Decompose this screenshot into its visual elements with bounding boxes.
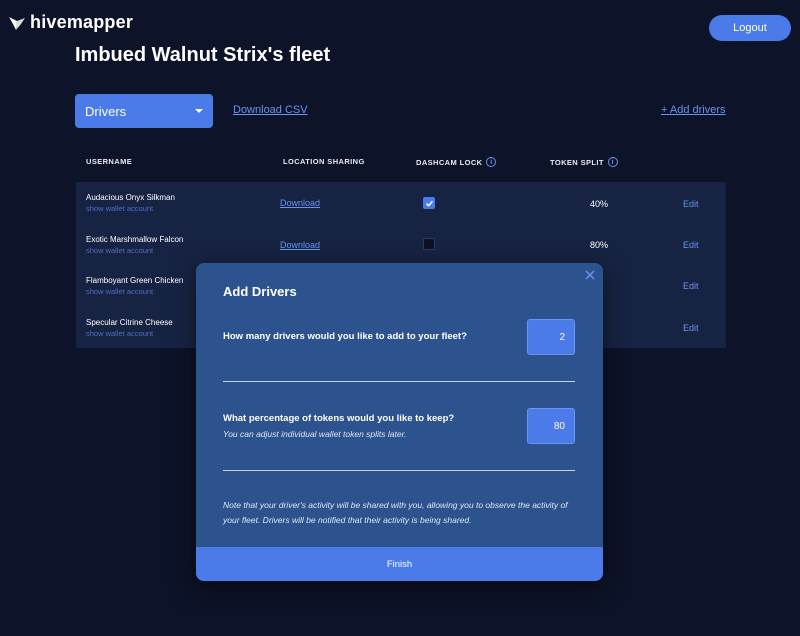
dashcam-lock-checkbox[interactable] [423,238,435,250]
column-header-username: USERNAME [86,157,132,166]
drivers-count-label: How many drivers would you like to add t… [223,331,467,342]
column-header-location-sharing: LOCATION SHARING [283,157,365,166]
column-header-label: DASHCAM LOCK [416,157,483,167]
caret-down-icon [195,109,203,113]
dashcam-lock-checkbox[interactable] [423,197,435,209]
brand-logo[interactable]: hivemapper [8,12,133,33]
finish-button[interactable]: Finish [196,547,603,581]
add-drivers-modal: Add Drivers How many drivers would you l… [196,263,603,581]
page-title: Imbued Walnut Strix's fleet [75,44,331,66]
view-select-value: Drivers [85,103,127,119]
table-row: Audacious Onyx Silkman show wallet accou… [76,182,726,223]
close-icon[interactable] [583,268,597,282]
driver-username: Specular Citrine Cheese [86,318,173,327]
modal-title: Add Drivers [223,284,297,299]
driver-username: Audacious Onyx Silkman [86,193,175,202]
info-icon[interactable]: i [607,157,618,167]
add-drivers-link[interactable]: + Add drivers [661,104,726,116]
divider [223,470,575,471]
edit-link[interactable]: Edit [683,240,699,250]
hivemapper-wings-icon [8,15,26,31]
column-header-dashcam-lock: DASHCAM LOCK i [416,157,497,167]
edit-link[interactable]: Edit [683,281,699,291]
checkmark-icon [425,200,433,207]
info-icon[interactable]: i [486,157,497,167]
token-keep-input[interactable] [527,408,575,444]
column-header-label: TOKEN SPLIT [550,157,604,167]
logout-button[interactable]: Logout [709,15,791,41]
sharing-note: Note that your driver's activity will be… [223,500,568,525]
column-header-label: LOCATION SHARING [283,157,365,166]
show-wallet-link[interactable]: show wallet account [86,329,153,338]
drivers-count-input[interactable] [527,319,575,355]
divider [223,381,575,382]
token-keep-label: What percentage of tokens would you like… [223,413,455,424]
show-wallet-link[interactable]: show wallet account [86,204,153,213]
driver-username: Exotic Marshmallow Falcon [86,235,184,244]
location-download-link[interactable]: Download [280,198,320,208]
view-select-dropdown[interactable]: Drivers [75,94,213,128]
show-wallet-link[interactable]: show wallet account [86,246,153,255]
column-header-label: USERNAME [86,157,133,166]
show-wallet-link[interactable]: show wallet account [86,287,153,296]
driver-username: Flamboyant Green Chicken [86,276,184,285]
token-keep-hint: You can adjust individual wallet token s… [223,429,407,439]
token-split-value: 80% [589,240,608,250]
edit-link[interactable]: Edit [683,199,699,209]
edit-link[interactable]: Edit [683,323,699,333]
download-csv-link[interactable]: Download CSV [233,104,308,116]
brand-name: hivemapper [30,12,134,32]
location-download-link[interactable]: Download [280,240,320,250]
token-split-value: 40% [589,199,608,209]
column-header-token-split: TOKEN SPLIT i [550,157,618,167]
table-row: Exotic Marshmallow Falcon show wallet ac… [76,223,726,264]
